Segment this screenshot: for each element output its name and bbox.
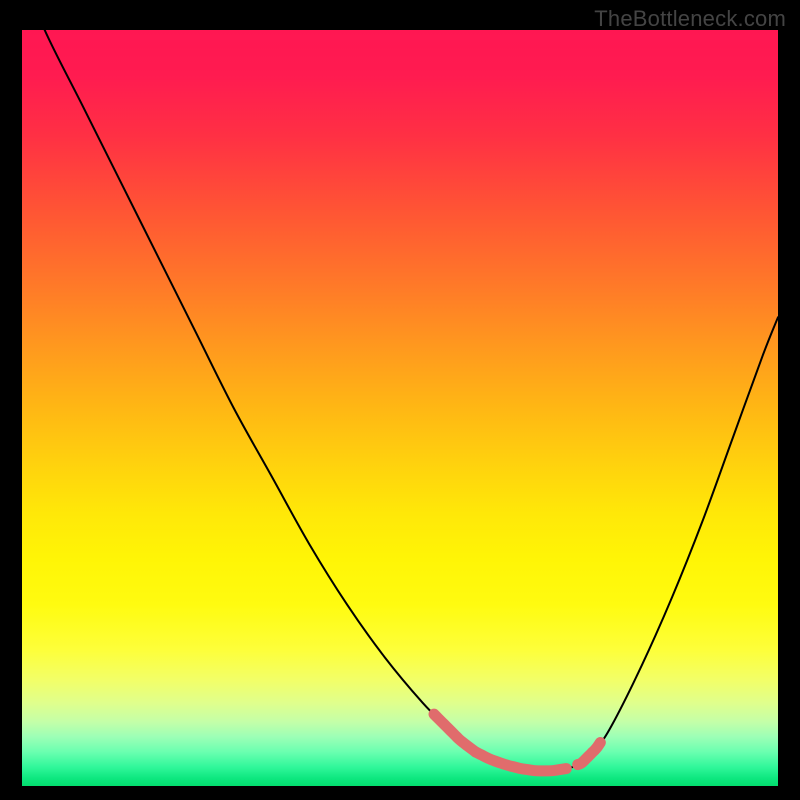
- chart-stage: TheBottleneck.com: [0, 0, 800, 800]
- highlight-segment-right: [578, 743, 601, 765]
- plot-area: [22, 30, 778, 786]
- highlight-segment-middle: [476, 752, 567, 771]
- highlight-segment-left: [434, 714, 476, 752]
- bottleneck-curve: [22, 30, 778, 786]
- watermark-text: TheBottleneck.com: [594, 6, 786, 32]
- curve-line: [22, 30, 778, 771]
